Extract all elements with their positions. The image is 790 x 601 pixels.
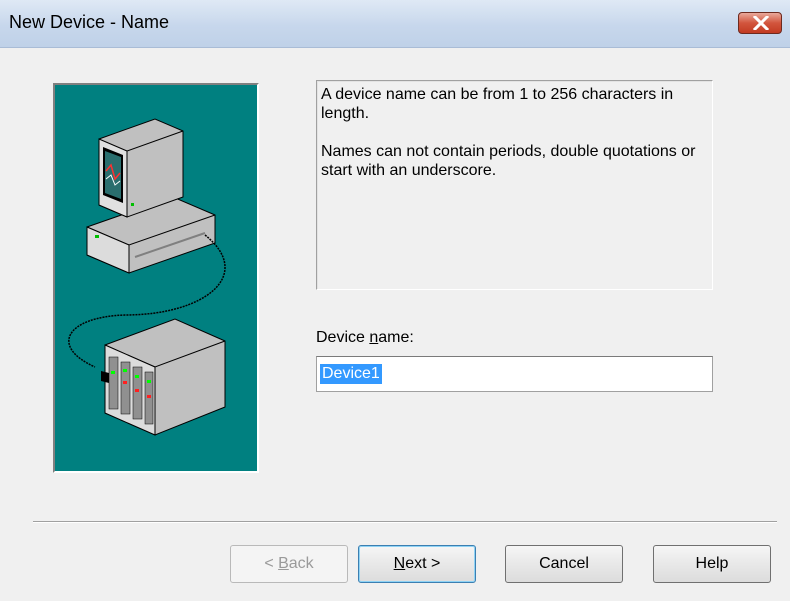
device-name-label: Device name: xyxy=(316,329,414,347)
back-button-pre: < xyxy=(264,555,279,572)
window-title: New Device - Name xyxy=(9,12,170,32)
computer-device-icon xyxy=(55,85,257,471)
next-button-mnemonic: N xyxy=(393,555,406,572)
back-button-post: ack xyxy=(288,555,314,572)
next-button[interactable]: Next > xyxy=(358,545,476,583)
device-name-value[interactable]: Device1 xyxy=(320,364,382,384)
back-button[interactable]: < Back xyxy=(230,545,348,583)
help-button[interactable]: Help xyxy=(653,545,771,583)
close-button[interactable] xyxy=(738,12,782,34)
dialog-window: New Device - Name A device name can be f… xyxy=(0,0,790,601)
close-icon xyxy=(753,16,769,30)
back-button-mnemonic: B xyxy=(278,555,289,572)
title-bar[interactable]: New Device - Name xyxy=(0,0,790,48)
next-button-post: ext > xyxy=(405,555,441,572)
device-name-label-mnemonic: n xyxy=(369,329,379,346)
device-name-label-pre: Device xyxy=(316,329,370,346)
device-name-input[interactable]: Device1 xyxy=(316,356,713,392)
info-rules-text: Names can not contain periods, double qu… xyxy=(321,143,696,179)
button-separator xyxy=(33,521,777,523)
device-illustration xyxy=(53,83,259,473)
info-text-box: A device name can be from 1 to 256 chara… xyxy=(316,80,713,290)
info-length-text: A device name can be from 1 to 256 chara… xyxy=(321,86,674,122)
cancel-button[interactable]: Cancel xyxy=(505,545,623,583)
device-name-label-post: ame: xyxy=(378,329,414,346)
